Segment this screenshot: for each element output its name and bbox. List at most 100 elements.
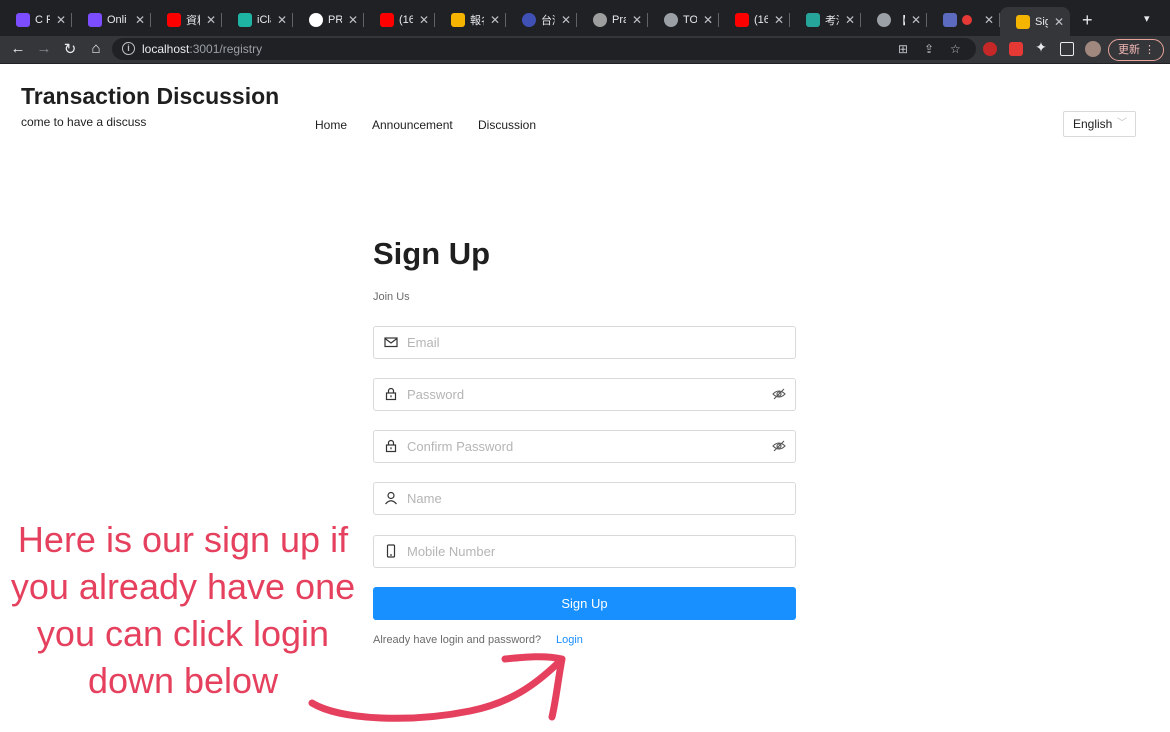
browser-tab[interactable]: Prac ✕ [577,7,648,33]
side-panel-icon[interactable] [1060,42,1074,56]
reload-icon[interactable]: ↻ [60,40,80,58]
password-field[interactable] [373,378,796,411]
forward-arrow-icon[interactable]: → [34,40,54,57]
tab-title: PRA [328,14,342,26]
tab-favicon-icon [167,13,181,27]
name-input[interactable] [407,484,757,513]
browser-tab[interactable]: 報名 ✕ [435,7,506,33]
tab-favicon-icon [735,13,749,27]
browser-tab[interactable]: 考滿 ✕ [790,7,861,33]
mobile-number-field[interactable] [373,535,796,568]
tab-title: 報名 [470,15,484,27]
tab-title: 台灣 [541,15,555,27]
close-tab-icon[interactable]: ✕ [984,13,994,27]
close-tab-icon[interactable]: ✕ [774,13,784,27]
tab-title: Onli [107,14,127,26]
extensions-puzzle-icon[interactable]: ✦ [1031,39,1051,56]
close-tab-icon[interactable]: ✕ [845,13,855,27]
close-tab-icon[interactable]: ✕ [135,13,145,27]
close-tab-icon[interactable]: ✕ [56,13,66,27]
close-tab-icon[interactable]: ✕ [206,13,216,27]
site-subtitle: come to have a discuss [21,115,147,129]
eye-invisible-icon[interactable] [772,440,786,452]
tab-favicon-icon [943,13,957,27]
home-icon[interactable]: ⌂ [86,40,106,57]
url-text[interactable]: localhost:3001/registry [142,42,262,56]
tab-search-chevron-icon[interactable]: ▾ [1144,12,1150,25]
close-tab-icon[interactable]: ✕ [348,13,358,27]
email-field[interactable] [373,326,796,359]
lock-icon [385,439,397,453]
chevron-down-icon: ﹀ [1117,118,1127,129]
bookmark-star-icon[interactable]: ☆ [950,42,961,56]
language-select[interactable]: English ﹀ [1063,111,1136,137]
confirm-password-input[interactable] [407,432,757,461]
mobile-icon [386,544,396,558]
close-tab-icon[interactable]: ✕ [1054,15,1064,29]
tab-title: C Pr [35,14,50,26]
nav-discussion[interactable]: Discussion [478,118,536,132]
site-info-icon[interactable]: i [122,42,135,55]
tab-title: Sign [1035,15,1048,28]
close-tab-icon[interactable]: ✕ [419,13,429,27]
browser-tab[interactable]: TOE ✕ [648,7,719,33]
browser-tab[interactable]: PRA ✕ [293,7,364,33]
browser-tab-strip: C Pr ✕ Onli ✕ 資料 ✕ iCla ✕ PRA ✕ (16( ✕ 報名 ✕ 台灣 ✕… [0,0,1170,36]
tab-title: 考滿 [825,15,839,27]
tab-favicon-icon [238,13,252,27]
close-tab-icon[interactable]: ✕ [632,13,642,27]
tab-favicon-icon [451,13,465,27]
recording-icon [962,15,972,25]
language-value: English [1073,117,1113,131]
browser-tab[interactable]: (16( ✕ [364,7,435,33]
tab-title: (16( [399,14,413,26]
form-title: Sign Up [373,236,491,271]
github-icon [309,13,323,27]
back-arrow-icon[interactable]: ← [8,40,28,57]
browser-tab[interactable]: 資料 ✕ [151,7,222,33]
address-bar[interactable]: i localhost:3001/registry ⊞ ⇪ ☆ [112,38,976,60]
update-button[interactable]: 更新 ⋮ [1108,39,1164,61]
confirm-password-field[interactable] [373,430,796,463]
mail-icon [384,337,398,348]
nav-home[interactable]: Home [315,118,347,132]
email-input[interactable] [407,328,757,357]
browser-tab[interactable]: 【托 ✕ [861,7,927,33]
browser-toolbar: ← → ↻ ⌂ i localhost:3001/registry ⊞ ⇪ ☆ … [0,36,1170,64]
browser-tab[interactable]: iCla ✕ [222,7,293,33]
new-tab-button[interactable]: + [1082,10,1093,31]
adblock-extension-icon[interactable] [1009,42,1023,56]
close-tab-icon[interactable]: ✕ [703,13,713,27]
tab-favicon-icon [522,13,536,27]
close-tab-icon[interactable]: ✕ [911,13,921,27]
mobile-number-input[interactable] [407,537,757,566]
browser-tab-active[interactable]: Sign ✕ [1000,7,1070,36]
close-tab-icon[interactable]: ✕ [490,13,500,27]
translate-icon[interactable]: ⊞ [898,42,908,56]
globe-icon [664,13,678,27]
close-tab-icon[interactable]: ✕ [561,13,571,27]
tab-title: 資料 [186,15,200,27]
sign-up-button[interactable]: Sign Up [373,587,796,620]
close-tab-icon[interactable]: ✕ [277,13,287,27]
browser-tab[interactable]: (16(✕ [719,7,790,33]
browser-tab[interactable]: Onli ✕ [72,7,151,33]
name-field[interactable] [373,482,796,515]
browser-tab[interactable]: C Pr ✕ [0,7,72,33]
more-menu-icon[interactable]: ⋮ [1144,40,1155,60]
browser-tab[interactable]: 台灣 ✕ [506,7,577,33]
profile-avatar[interactable] [1085,41,1101,57]
site-title: Transaction Discussion [21,83,280,109]
nav-announcement[interactable]: Announcement [372,118,453,132]
form-subtitle: Join Us [373,291,410,303]
tab-favicon-icon [1016,14,1030,29]
eye-invisible-icon[interactable] [772,388,786,400]
update-label: 更新 [1118,44,1140,56]
lock-icon [385,387,397,401]
browser-tab[interactable]: ✕ [927,7,1000,33]
ublock-extension-icon[interactable] [983,42,997,56]
tab-title: Prac [612,14,626,26]
password-input[interactable] [407,380,757,409]
share-icon[interactable]: ⇪ [924,42,934,56]
tab-title: 【托 [896,12,905,28]
